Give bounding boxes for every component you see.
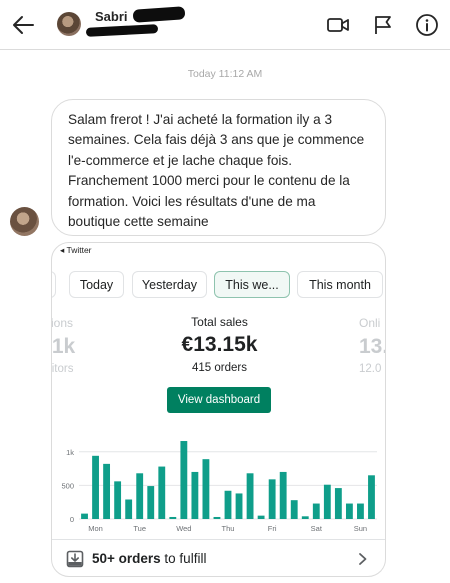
download-tray-icon [66, 550, 84, 568]
chart-bar [158, 466, 166, 519]
message-bubble[interactable]: Salam frerot ! J'ai acheté la formation … [51, 99, 386, 236]
chart-bar [213, 516, 221, 519]
chart-bar [268, 479, 276, 519]
x-tick-label: Sun [354, 524, 367, 533]
tab-yesterday: Yesterday [132, 271, 207, 298]
avatar[interactable] [57, 12, 81, 36]
shared-image[interactable]: ◂ Twitter e Today Yesterday This we... T… [51, 242, 386, 577]
orders-count: 50+ orders [92, 551, 161, 566]
redaction-mark [85, 24, 159, 37]
chart-bar [235, 493, 243, 519]
chart-bar [312, 503, 320, 519]
chart-bar [301, 516, 309, 519]
chart-bar [92, 455, 99, 519]
chart-bar [147, 486, 155, 519]
chart-bar [180, 441, 188, 519]
x-tick-label: Mon [88, 524, 103, 533]
orders-suffix: to fulfill [160, 551, 207, 566]
video-camera-icon [327, 18, 349, 32]
info-button[interactable] [414, 12, 440, 38]
sales-bar-chart: 0 500 1k Mon Tue Wed Thu Fri Sat Sun [61, 441, 377, 533]
stat-value-total-sales: €13.15k [181, 333, 258, 356]
chevron-right-icon [359, 553, 367, 565]
x-tick-label: Tue [133, 524, 146, 533]
chart-bar [368, 475, 375, 519]
video-call-button[interactable] [325, 12, 351, 38]
tab-today: Today [69, 271, 124, 298]
redaction-mark [132, 6, 186, 23]
tab-partial: e [52, 271, 56, 298]
chart-bar [136, 473, 144, 519]
store-analytics-screenshot: ◂ Twitter e Today Yesterday This we... T… [52, 243, 386, 576]
chart-bar [246, 473, 254, 519]
y-tick-label: 1k [66, 448, 74, 457]
tab-this-month: This month [297, 271, 383, 298]
x-tick-label: Wed [176, 524, 191, 533]
chart-bar [202, 459, 210, 519]
arrow-left-icon [13, 16, 34, 34]
y-tick-label: 500 [61, 481, 74, 490]
tab-this-week: This we... [214, 271, 290, 298]
chart-bar [81, 513, 88, 519]
chart-bar [125, 499, 133, 519]
x-tick-label: Sat [311, 524, 323, 533]
view-dashboard-button: View dashboard [167, 387, 271, 413]
stat-label-total-sales: Total sales [191, 315, 248, 329]
chart-bar [103, 463, 111, 519]
chart-bar [334, 488, 342, 519]
chart-bar [357, 503, 364, 519]
x-tick-label: Thu [222, 524, 235, 533]
chart-bar [257, 515, 265, 519]
chart-bar [290, 500, 298, 519]
stat-value-right: 13. [359, 335, 386, 358]
sender-avatar[interactable] [10, 207, 39, 236]
flag-icon [375, 16, 391, 34]
chat-header: Sabri [0, 0, 450, 50]
back-button[interactable] [8, 11, 38, 39]
chart-bar [191, 471, 199, 519]
orders-to-fulfill-text: 50+ orders to fulfill [92, 551, 206, 566]
y-tick-label: 0 [70, 515, 74, 524]
stat-label-right: Onli [359, 316, 381, 330]
chart-bar [323, 484, 331, 519]
chart-bar [114, 481, 122, 519]
message-timestamp: Today 11:12 AM [187, 68, 263, 80]
chart-bar [279, 471, 287, 519]
chat-username[interactable]: Sabri [95, 9, 128, 24]
chart-bar [345, 503, 353, 519]
chart-bar [224, 490, 232, 519]
stat-sub-orders: 415 orders [192, 362, 247, 374]
status-back-link: ◂ Twitter [60, 245, 92, 255]
stat-sub-right: 12.0 [359, 363, 382, 375]
chart-bar [169, 516, 177, 519]
info-icon [416, 14, 438, 36]
x-tick-label: Fri [268, 524, 277, 533]
report-button[interactable] [370, 12, 396, 38]
